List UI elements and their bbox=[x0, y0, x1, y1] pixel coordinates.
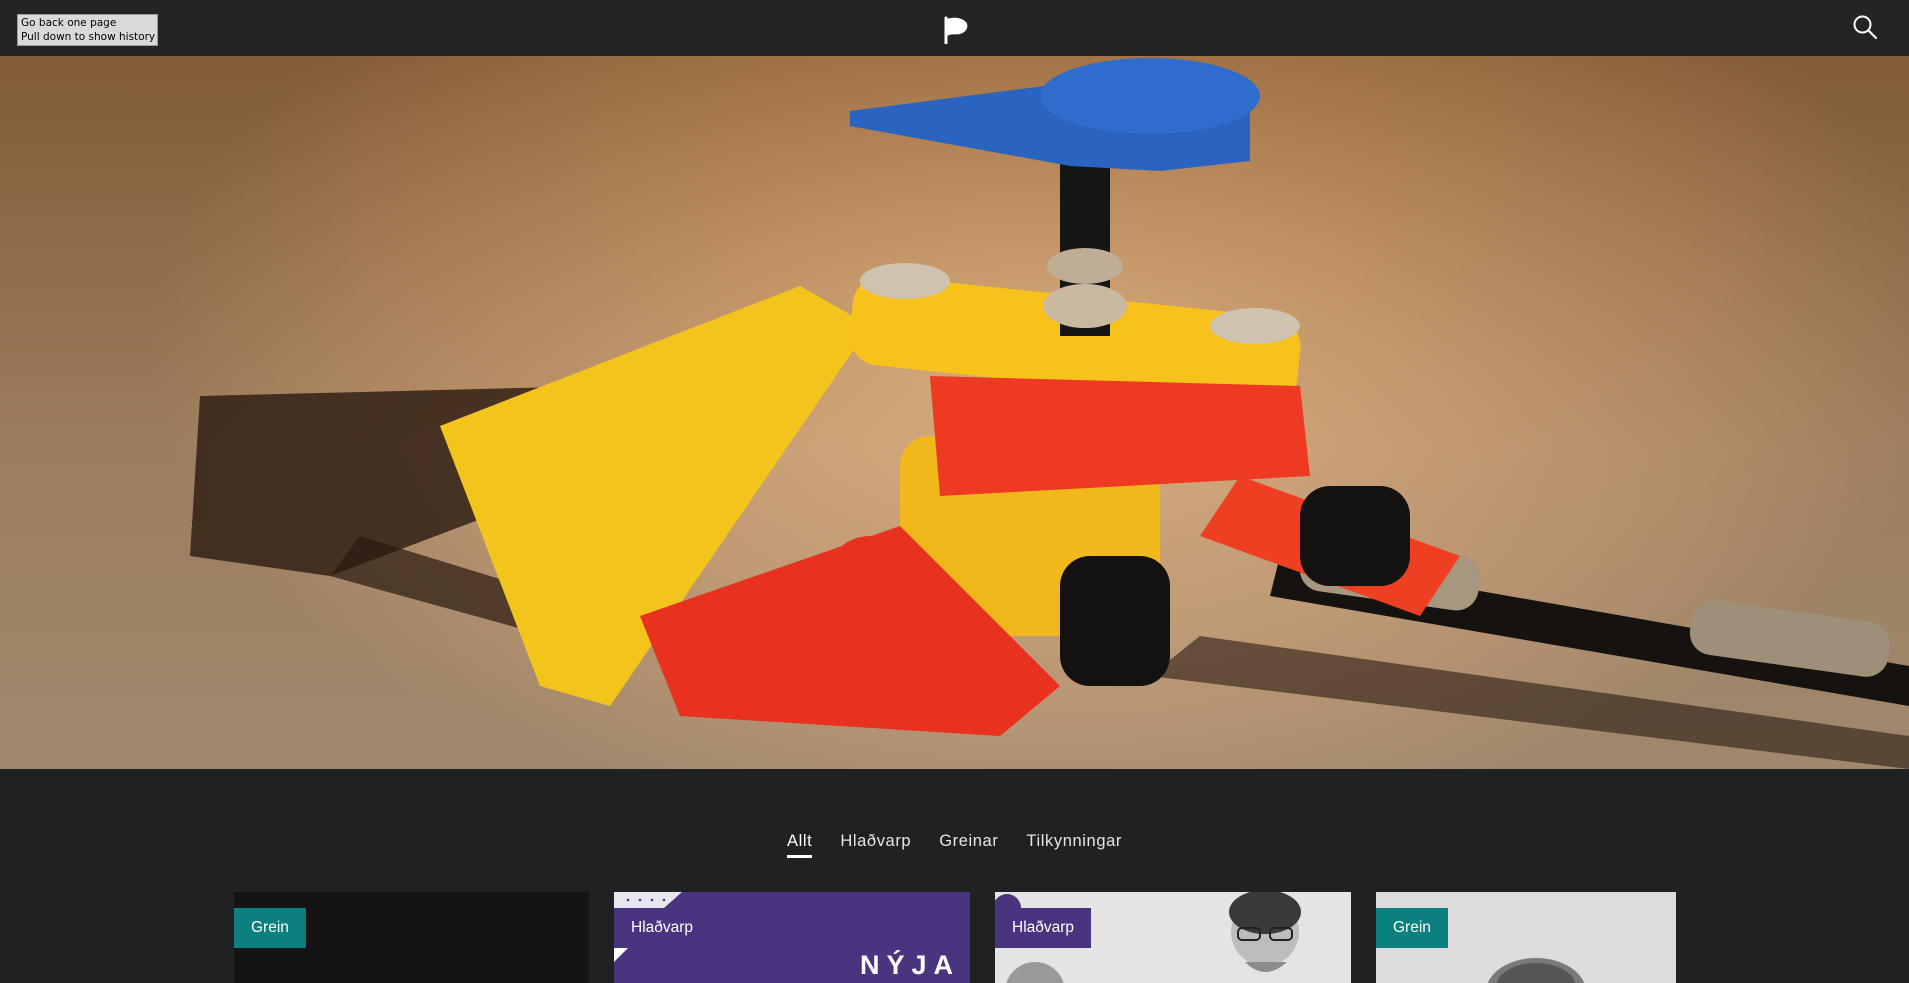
tab-greinar[interactable]: Greinar bbox=[939, 832, 998, 858]
card-cover-title: NÝJA bbox=[859, 950, 960, 980]
tab-tilkynningar[interactable]: Tilkynningar bbox=[1026, 832, 1122, 858]
post-card-1[interactable]: Grein bbox=[234, 892, 589, 983]
card-category-badge: Grein bbox=[1376, 908, 1448, 948]
browser-back-tooltip: Go back one page Pull down to show histo… bbox=[17, 14, 159, 46]
tooltip-line-2: Pull down to show history bbox=[21, 31, 156, 43]
hero-image bbox=[0, 56, 1909, 769]
post-card-4[interactable]: Grein bbox=[1376, 892, 1676, 983]
top-navigation-bar bbox=[0, 0, 1909, 56]
post-card-3[interactable]: Hlaðvarp bbox=[995, 892, 1351, 983]
lego-model-illustration bbox=[0, 56, 1909, 769]
tab-hladvarp[interactable]: Hlaðvarp bbox=[840, 832, 911, 858]
pirate-flag-logo-icon[interactable] bbox=[943, 16, 969, 44]
tooltip-line-1: Go back one page bbox=[21, 17, 117, 29]
post-card-2[interactable]: Hlaðvarp NÝJA bbox=[614, 892, 970, 983]
card-category-badge: Hlaðvarp bbox=[995, 908, 1092, 948]
search-icon[interactable] bbox=[1852, 14, 1878, 40]
card-category-badge: Hlaðvarp bbox=[631, 919, 694, 936]
tab-allt[interactable]: Allt bbox=[787, 832, 813, 858]
card-category-badge: Grein bbox=[234, 908, 306, 948]
filter-tabs: Allt Hlaðvarp Greinar Tilkynningar bbox=[0, 832, 1909, 858]
